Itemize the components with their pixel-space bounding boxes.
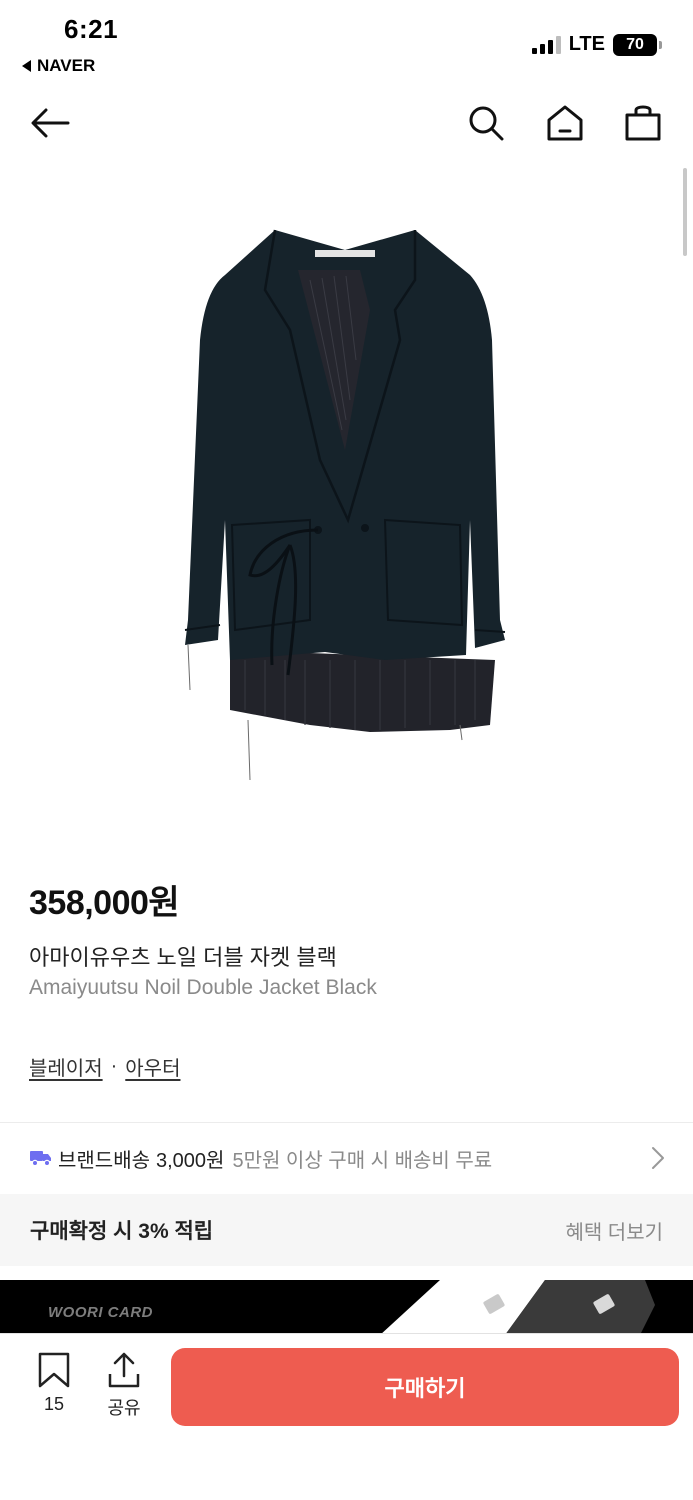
bottom-action-bar: 15 공유 구매하기 <box>0 1333 693 1500</box>
back-triangle-icon <box>22 60 31 72</box>
chevron-right-icon <box>651 1146 665 1175</box>
top-nav-bar <box>0 95 693 155</box>
signal-strength-icon <box>531 35 561 54</box>
home-button[interactable] <box>537 95 593 151</box>
network-label: LTE <box>568 33 605 55</box>
category-separator: · <box>110 1055 118 1077</box>
shipping-info-row[interactable]: 브랜드배송 3,000원 5만원 이상 구매 시 배송비 무료 <box>0 1124 693 1192</box>
back-button[interactable] <box>22 95 78 151</box>
status-indicators: LTE 70 <box>531 33 662 56</box>
bookmark-icon <box>38 1352 70 1388</box>
banner-brand: WOORI CARD <box>48 1304 153 1321</box>
status-time: 6:21 <box>64 14 119 44</box>
benefits-more-link[interactable]: 혜택 더보기 <box>565 1216 663 1245</box>
product-name-korean: 아마이유우츠 노일 더블 자켓 블랙 <box>29 945 337 970</box>
product-image[interactable] <box>170 220 520 790</box>
buy-button[interactable]: 구매하기 <box>171 1348 679 1426</box>
bookmark-count: 15 <box>43 1394 65 1414</box>
category-link-blazer[interactable]: 블레이저 <box>29 1052 103 1081</box>
back-arrow-icon <box>31 108 70 138</box>
buy-button-label: 구매하기 <box>384 1376 466 1401</box>
scroll-indicator[interactable] <box>683 168 687 256</box>
card-promo-banner[interactable]: WOORI CARD <box>0 1280 693 1335</box>
battery-level: 70 <box>626 35 644 53</box>
shopping-bag-icon <box>625 105 661 141</box>
shipping-note: 5만원 이상 구매 시 배송비 무료 <box>232 1149 493 1172</box>
product-name-english: Amaiyuutsu Noil Double Jacket Black <box>29 976 377 999</box>
share-button[interactable]: 공유 <box>100 1352 148 1420</box>
category-breadcrumb: 블레이저 · 아우터 <box>29 1052 180 1081</box>
back-to-app-link[interactable]: NAVER <box>22 56 95 76</box>
back-app-label: NAVER <box>37 56 96 75</box>
cart-button[interactable] <box>615 95 671 151</box>
share-label: 공유 <box>107 1398 141 1418</box>
home-icon <box>547 105 583 141</box>
status-bar: 6:21 NAVER LTE 70 <box>0 0 693 90</box>
jacket-image <box>184 229 506 781</box>
product-price: 358,000원 <box>29 884 180 922</box>
section-divider <box>0 1122 693 1123</box>
shipping-label: 브랜드배송 <box>58 1149 150 1172</box>
truck-icon <box>30 1149 52 1167</box>
bookmark-button[interactable]: 15 <box>30 1352 78 1415</box>
battery-icon: 70 <box>613 33 662 56</box>
search-button[interactable] <box>458 95 514 151</box>
share-icon <box>108 1352 140 1388</box>
reward-row: 구매확정 시 3% 적립 혜택 더보기 <box>0 1194 693 1266</box>
search-icon <box>469 106 504 141</box>
category-link-outer[interactable]: 아우터 <box>125 1052 180 1081</box>
card-graphic <box>380 1280 655 1335</box>
shipping-fee: 3,000원 <box>156 1149 225 1172</box>
reward-text: 구매확정 시 3% 적립 <box>30 1220 214 1243</box>
